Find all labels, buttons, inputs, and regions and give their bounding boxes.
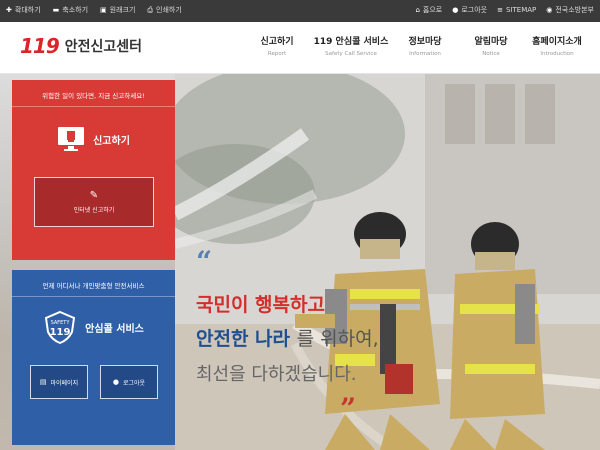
sitemap-icon: ≡ bbox=[497, 6, 503, 14]
close-quote-icon: ” bbox=[340, 392, 357, 425]
svg-text:119: 119 bbox=[50, 327, 71, 338]
user-icon: ● bbox=[452, 6, 459, 14]
slogan-line-3: 최선을 다하겠습니다. bbox=[196, 364, 357, 385]
mypage-icon: ▤ bbox=[39, 378, 47, 386]
safety-title-row: SAFETY 119 안심콜 서비스 bbox=[12, 310, 175, 344]
safety-call-panel: 언제 어디서나 개인맞춤형 안전서비스 SAFETY 119 안심콜 서비스 ▤… bbox=[12, 270, 175, 445]
monitor-alert-icon bbox=[58, 127, 85, 151]
zoom-in-button[interactable]: ✚ 확대하기 bbox=[6, 5, 41, 15]
slogan-line-2: 안전한 나라 를 위하여, bbox=[196, 328, 379, 350]
open-quote-icon: “ bbox=[196, 245, 213, 278]
nav-safety-call[interactable]: 119 안심콜 서비스 Safety Call Service bbox=[312, 34, 390, 57]
safety-note: 언제 어디서나 개인맞춤형 안전서비스 bbox=[12, 280, 175, 297]
sitemap-link[interactable]: ≡ SITEMAP bbox=[497, 5, 536, 15]
nav-information[interactable]: 정보마당 Information bbox=[394, 34, 456, 57]
print-icon: ⎙ bbox=[147, 5, 154, 14]
edit-icon: ✎ bbox=[89, 190, 99, 201]
home-icon: ⌂ bbox=[415, 6, 420, 14]
header: 119 안전신고센터 신고하기 Report 119 안심콜 서비스 Safet… bbox=[0, 22, 600, 74]
main-nav: 신고하기 Report 119 안심콜 서비스 Safety Call Serv… bbox=[242, 34, 588, 57]
logo-text: 안전신고센터 bbox=[64, 39, 143, 55]
minus-icon: ▬ bbox=[52, 6, 60, 14]
nav-notice[interactable]: 알림마당 Notice bbox=[460, 34, 522, 57]
nav-report[interactable]: 신고하기 Report bbox=[246, 34, 308, 57]
safety-logout-button[interactable]: ● 로그아웃 bbox=[100, 365, 158, 399]
nav-introduction[interactable]: 홈페이지소개 Introduction bbox=[526, 34, 588, 57]
safety-119-badge-icon: SAFETY 119 bbox=[45, 310, 76, 344]
svg-text:SAFETY: SAFETY bbox=[51, 320, 71, 326]
user-icon: ● bbox=[112, 378, 119, 386]
slogan-line-1: 국민이 행복하고 bbox=[196, 294, 325, 316]
home-link[interactable]: ⌂ 홈으로 bbox=[415, 5, 442, 15]
logo-mark: 119 bbox=[20, 34, 60, 58]
safety-title: 안심콜 서비스 bbox=[85, 323, 144, 335]
report-title-row: 신고하기 bbox=[12, 126, 175, 152]
report-title: 신고하기 bbox=[93, 135, 130, 147]
plus-icon: ✚ bbox=[6, 6, 12, 14]
logo[interactable]: 119 안전신고센터 bbox=[20, 34, 142, 58]
report-note: 위험한 일이 있다면, 지금 신고하세요! bbox=[12, 90, 175, 107]
screen-icon: ▣ bbox=[100, 6, 107, 14]
print-button[interactable]: ⎙ 인쇄하기 bbox=[147, 5, 181, 15]
internet-report-button[interactable]: ✎ 인터넷 신고하기 bbox=[34, 177, 154, 227]
location-icon: ◉ bbox=[546, 6, 553, 14]
firefighters-image bbox=[175, 74, 600, 450]
utility-bar: ✚ 확대하기 ▬ 축소하기 ▣ 원래크기 ⎙ 인쇄하기 ⌂ 홈으로 ● 로그아웃 ≡ SITE… bbox=[0, 0, 600, 22]
hq-link[interactable]: ◉ 전국소방본부 bbox=[546, 5, 594, 15]
reset-size-button[interactable]: ▣ 원래크기 bbox=[100, 5, 135, 15]
report-panel: 위험한 일이 있다면, 지금 신고하세요! 신고하기 ✎ 인터넷 신고하기 bbox=[12, 80, 175, 260]
zoom-out-button[interactable]: ▬ 축소하기 bbox=[53, 5, 88, 15]
mypage-button[interactable]: ▤ 마이페이지 bbox=[30, 365, 88, 399]
logout-link[interactable]: ● 로그아웃 bbox=[452, 5, 487, 15]
